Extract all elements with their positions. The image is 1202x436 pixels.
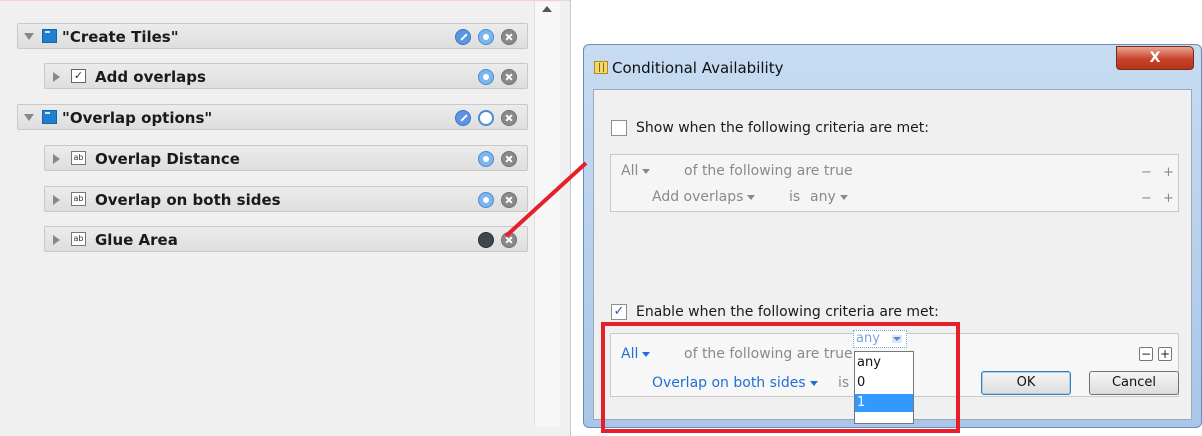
expand-triangle-icon[interactable]: [24, 114, 34, 121]
show-quantifier-select[interactable]: All: [621, 163, 654, 179]
collapse-triangle-icon[interactable]: [53, 154, 60, 164]
panel-top-border: [0, 0, 570, 1]
dialog-app-icon: [594, 61, 608, 74]
dropdown-caret-icon: [747, 194, 756, 200]
show-add-row-button[interactable]: +: [1163, 191, 1174, 206]
enable-criteria-label: Enable when the following criteria are m…: [636, 304, 939, 320]
vertical-scrollbar[interactable]: [534, 2, 560, 427]
edit-icon[interactable]: [455, 29, 471, 45]
condition-active-icon[interactable]: [478, 232, 494, 248]
row-label: Overlap Distance: [95, 150, 240, 168]
scroll-up-arrow-icon[interactable]: [542, 6, 552, 12]
show-add-condition-button[interactable]: +: [1163, 165, 1174, 180]
cancel-button[interactable]: Cancel: [1089, 371, 1179, 395]
condition-icon[interactable]: [478, 151, 494, 167]
expand-triangle-icon[interactable]: [24, 33, 34, 40]
show-field-select[interactable]: Add overlaps: [652, 189, 759, 205]
close-button[interactable]: X: [1116, 46, 1194, 70]
enable-criteria-checkbox[interactable]: ✓: [611, 304, 627, 320]
dropdown-caret-icon: [839, 194, 848, 200]
field-row-overlap-distance[interactable]: ab Overlap Distance: [44, 145, 528, 171]
row-label: "Create Tiles": [62, 28, 179, 46]
row-label: Glue Area: [95, 231, 178, 249]
checkbox-field-icon: ✓: [71, 69, 86, 83]
show-remove-condition-button[interactable]: −: [1141, 165, 1152, 180]
show-quantifier-suffix: of the following are true: [684, 163, 853, 179]
text-field-icon: ab: [71, 232, 86, 246]
ok-button[interactable]: OK: [981, 371, 1071, 395]
condition-icon[interactable]: [478, 110, 494, 126]
group-row-create-tiles[interactable]: "Create Tiles": [17, 23, 528, 49]
enable-add-condition-button[interactable]: +: [1158, 347, 1172, 361]
dialog-title: Conditional Availability: [612, 59, 784, 77]
delete-icon[interactable]: [501, 232, 517, 248]
show-remove-row-button[interactable]: −: [1141, 191, 1152, 206]
edit-icon[interactable]: [455, 110, 471, 126]
condition-icon[interactable]: [478, 192, 494, 208]
group-row-overlap-options[interactable]: "Overlap options": [17, 104, 528, 130]
show-criteria-label: Show when the following criteria are met…: [636, 120, 929, 136]
row-label: Overlap on both sides: [95, 191, 281, 209]
show-criteria-box: All of the following are true Add overla…: [610, 154, 1179, 212]
properties-panel: "Create Tiles" ✓ Add overlaps "Overlap o…: [0, 0, 571, 436]
field-row-overlap-both-sides[interactable]: ab Overlap on both sides: [44, 186, 528, 212]
row-label: "Overlap options": [62, 109, 213, 127]
condition-icon[interactable]: [478, 69, 494, 85]
enable-remove-condition-button[interactable]: −: [1139, 347, 1153, 361]
text-field-icon: ab: [71, 192, 86, 206]
field-row-glue-area[interactable]: ab Glue Area: [44, 226, 528, 252]
annotation-highlight-box: [601, 322, 960, 433]
delete-icon[interactable]: [501, 29, 517, 45]
folder-icon: [42, 29, 57, 43]
show-criteria-checkbox[interactable]: [611, 120, 627, 136]
show-value-select[interactable]: any: [810, 189, 852, 205]
show-operator: is: [789, 189, 801, 205]
collapse-triangle-icon[interactable]: [53, 235, 60, 245]
delete-icon[interactable]: [501, 69, 517, 85]
folder-icon: [42, 110, 57, 124]
condition-icon[interactable]: [478, 29, 494, 45]
delete-icon[interactable]: [501, 151, 517, 167]
row-label: Add overlaps: [95, 68, 206, 86]
collapse-triangle-icon[interactable]: [53, 195, 60, 205]
delete-icon[interactable]: [501, 192, 517, 208]
text-field-icon: ab: [71, 151, 86, 165]
field-row-add-overlaps[interactable]: ✓ Add overlaps: [44, 63, 528, 89]
collapse-triangle-icon[interactable]: [53, 72, 60, 82]
dropdown-caret-icon: [642, 168, 651, 174]
delete-icon[interactable]: [501, 110, 517, 126]
